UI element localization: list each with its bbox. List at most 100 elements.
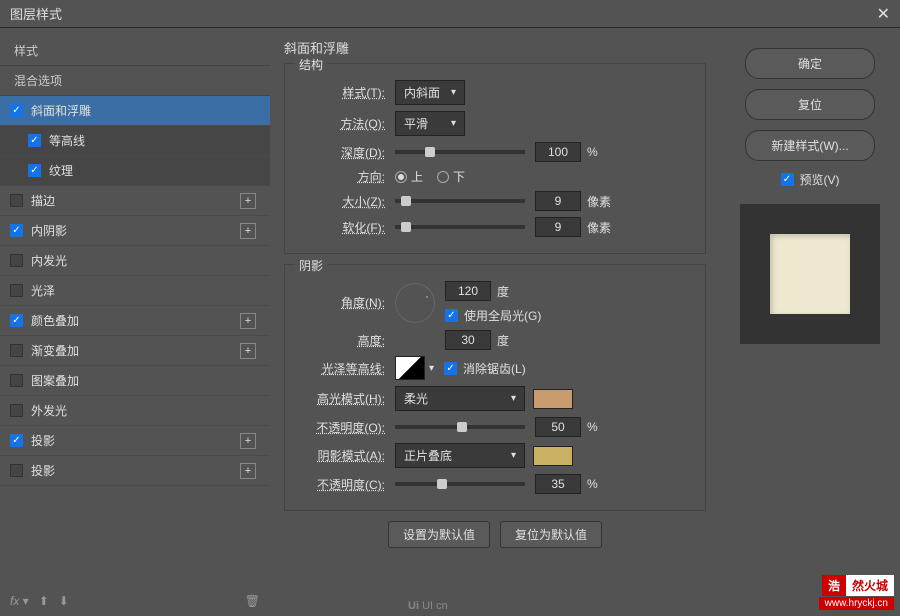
sidebar-footer: fx ▾ ⬆ ⬇ 🗑 (10, 594, 260, 608)
gloss-contour-picker[interactable] (395, 356, 425, 380)
ui-logo: Ui UI cn (408, 600, 448, 612)
depth-slider[interactable] (395, 150, 525, 154)
chevron-down-icon[interactable]: ▾ (429, 363, 434, 374)
shadow-mode-label: 阴影模式(A): (295, 447, 385, 464)
watermark: 浩然火城 www.hryckj.cn (819, 575, 894, 610)
plus-icon[interactable]: + (240, 463, 256, 479)
direction-label: 方向: (295, 168, 385, 185)
structure-group: 结构 样式(T): 内斜面▾ 方法(Q): 平滑▾ 深度(D): 100 % 方… (284, 63, 706, 254)
highlight-opacity-slider[interactable] (395, 425, 525, 429)
right-column: 确定 复位 新建样式(W)... ✓预览(V) (720, 28, 900, 616)
reset-button[interactable]: 复位 (745, 89, 875, 120)
effect-checkbox[interactable] (10, 344, 23, 357)
effect-checkbox[interactable]: ✓ (28, 134, 41, 147)
shading-group: 阴影 角度(N): 120 度 ✓ 使用全局光(G) 高度: (284, 264, 706, 511)
highlight-opacity-input[interactable]: 50 (535, 417, 581, 437)
effect-checkbox[interactable] (10, 254, 23, 267)
sidebar-item-12[interactable]: 投影+ (0, 456, 270, 486)
panel-title: 斜面和浮雕 (284, 38, 706, 57)
effect-checkbox[interactable] (10, 404, 23, 417)
shadow-opacity-slider[interactable] (395, 482, 525, 486)
chevron-down-icon: ▾ (451, 87, 456, 98)
effect-checkbox[interactable]: ✓ (10, 104, 23, 117)
fx-menu[interactable]: fx ▾ (10, 594, 29, 608)
sidebar-item-8[interactable]: 渐变叠加+ (0, 336, 270, 366)
technique-dropdown[interactable]: 平滑▾ (395, 111, 465, 136)
size-label: 大小(Z): (295, 193, 385, 210)
altitude-label: 高度: (295, 332, 385, 349)
soften-input[interactable]: 9 (535, 217, 581, 237)
sidebar-item-label: 外发光 (31, 402, 260, 419)
sidebar-item-7[interactable]: ✓ 颜色叠加+ (0, 306, 270, 336)
technique-label: 方法(Q): (295, 115, 385, 132)
sidebar-item-label: 内阴影 (31, 222, 240, 239)
effect-checkbox[interactable]: ✓ (10, 224, 23, 237)
sidebar-item-9[interactable]: 图案叠加 (0, 366, 270, 396)
sidebar-item-label: 颜色叠加 (31, 312, 240, 329)
sidebar-item-label: 图案叠加 (31, 372, 260, 389)
style-sidebar: 样式 混合选项 ✓斜面和浮雕✓等高线✓纹理描边+✓内阴影+内发光光泽✓颜色叠加+… (0, 28, 270, 616)
chevron-down-icon: ▾ (451, 118, 456, 129)
effect-checkbox[interactable]: ✓ (28, 164, 41, 177)
shadow-opacity-label: 不透明度(C): (295, 476, 385, 493)
effect-checkbox[interactable] (10, 194, 23, 207)
new-style-button[interactable]: 新建样式(W)... (745, 130, 875, 161)
direction-up-radio[interactable] (395, 171, 407, 183)
angle-dial[interactable] (395, 283, 435, 323)
global-light-checkbox[interactable]: ✓ (445, 309, 458, 322)
shadow-color-swatch[interactable] (533, 446, 573, 466)
sidebar-item-label: 光泽 (31, 282, 260, 299)
down-icon[interactable]: ⬇ (59, 594, 69, 608)
sidebar-item-11[interactable]: ✓投影+ (0, 426, 270, 456)
close-icon[interactable]: ✕ (877, 4, 890, 24)
sidebar-header-blend[interactable]: 混合选项 (0, 66, 270, 96)
depth-unit: % (587, 145, 598, 159)
sidebar-item-10[interactable]: 外发光 (0, 396, 270, 426)
plus-icon[interactable]: + (240, 313, 256, 329)
antialias-checkbox[interactable]: ✓ (444, 362, 457, 375)
sidebar-header-style[interactable]: 样式 (0, 36, 270, 66)
set-default-button[interactable]: 设置为默认值 (388, 521, 490, 548)
trash-icon[interactable]: 🗑 (245, 594, 260, 608)
sidebar-item-3[interactable]: 描边+ (0, 186, 270, 216)
plus-icon[interactable]: + (240, 223, 256, 239)
plus-icon[interactable]: + (240, 193, 256, 209)
effect-checkbox[interactable]: ✓ (10, 314, 23, 327)
reset-default-button[interactable]: 复位为默认值 (500, 521, 602, 548)
depth-input[interactable]: 100 (535, 142, 581, 162)
highlight-color-swatch[interactable] (533, 389, 573, 409)
effect-checkbox[interactable]: ✓ (10, 434, 23, 447)
effect-checkbox[interactable] (10, 284, 23, 297)
plus-icon[interactable]: + (240, 343, 256, 359)
sidebar-item-4[interactable]: ✓ 内阴影+ (0, 216, 270, 246)
gloss-label: 光泽等高线: (295, 360, 385, 377)
direction-down-radio[interactable] (437, 171, 449, 183)
altitude-input[interactable]: 30 (445, 330, 491, 350)
sidebar-item-2[interactable]: ✓纹理 (0, 156, 270, 186)
size-input[interactable]: 9 (535, 191, 581, 211)
shadow-opacity-input[interactable]: 35 (535, 474, 581, 494)
up-icon[interactable]: ⬆ (39, 594, 49, 608)
ok-button[interactable]: 确定 (745, 48, 875, 79)
angle-input[interactable]: 120 (445, 281, 491, 301)
size-slider[interactable] (395, 199, 525, 203)
highlight-mode-dropdown[interactable]: 柔光▾ (395, 386, 525, 411)
preview-swatch (770, 234, 850, 314)
sidebar-item-6[interactable]: 光泽 (0, 276, 270, 306)
shadow-mode-dropdown[interactable]: 正片叠底▾ (395, 443, 525, 468)
sidebar-item-0[interactable]: ✓斜面和浮雕 (0, 96, 270, 126)
preview-checkbox[interactable]: ✓ (781, 173, 794, 186)
preview-box (740, 204, 880, 344)
depth-label: 深度(D): (295, 144, 385, 161)
plus-icon[interactable]: + (240, 433, 256, 449)
titlebar: 图层样式 ✕ (0, 0, 900, 28)
effect-checkbox[interactable] (10, 374, 23, 387)
sidebar-item-5[interactable]: 内发光 (0, 246, 270, 276)
soften-slider[interactable] (395, 225, 525, 229)
style-label: 样式(T): (295, 84, 385, 101)
effect-checkbox[interactable] (10, 464, 23, 477)
shading-title: 阴影 (295, 257, 327, 274)
sidebar-item-label: 投影 (31, 462, 240, 479)
style-dropdown[interactable]: 内斜面▾ (395, 80, 465, 105)
sidebar-item-1[interactable]: ✓等高线 (0, 126, 270, 156)
